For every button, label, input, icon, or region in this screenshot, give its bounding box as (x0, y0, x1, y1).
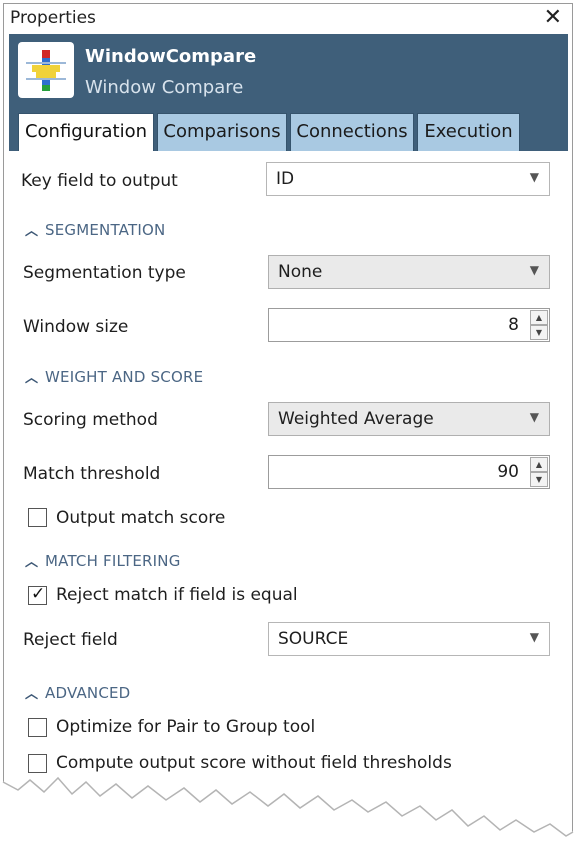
properties-panel: Properties ✕ WindowCompare Window Compar… (3, 3, 573, 858)
decrement-icon[interactable]: ▼ (530, 472, 548, 487)
window-compare-icon (18, 42, 74, 98)
segmentation-header-text: SEGMENTATION (45, 221, 166, 239)
key-field-dropdown[interactable]: ID ▼ (266, 162, 550, 196)
weight-header-text: WEIGHT AND SCORE (45, 368, 204, 386)
scoring-method-dropdown[interactable]: Weighted Average ▼ (268, 402, 550, 436)
title-bar: Properties ✕ (4, 4, 572, 34)
checkmark-icon: ✓ (31, 584, 46, 604)
match-threshold-value: 90 (497, 462, 519, 482)
optimize-pair-group-label: Optimize for Pair to Group tool (56, 717, 316, 737)
window-size-value: 8 (508, 315, 519, 335)
chevron-up-icon: ︿ (25, 555, 39, 570)
key-field-value: ID (276, 169, 295, 189)
reject-field-dropdown[interactable]: SOURCE ▼ (268, 622, 550, 656)
scoring-method-label: Scoring method (23, 410, 158, 430)
chevron-up-icon: ︿ (25, 224, 39, 239)
optimize-pair-group-checkbox[interactable] (28, 718, 47, 737)
advanced-header-text: ADVANCED (45, 684, 131, 702)
decrement-icon[interactable]: ▼ (530, 325, 548, 340)
filtering-header-text: MATCH FILTERING (45, 552, 181, 570)
filtering-section-header[interactable]: ︿ MATCH FILTERING (25, 551, 181, 570)
window-size-stepper[interactable]: 8 ▲ ▼ (268, 308, 550, 342)
torn-edge (0, 776, 586, 858)
chevron-up-icon: ︿ (25, 371, 39, 386)
match-threshold-label: Match threshold (23, 464, 161, 484)
reject-field-label: Reject field (23, 630, 118, 650)
tab-connections[interactable]: Connections (290, 113, 414, 151)
chevron-down-icon: ▼ (529, 263, 539, 277)
increment-icon[interactable]: ▲ (530, 457, 548, 472)
tab-configuration[interactable]: Configuration (18, 113, 154, 151)
tab-execution[interactable]: Execution (417, 113, 520, 151)
advanced-section-header[interactable]: ︿ ADVANCED (25, 683, 130, 702)
tool-name: WindowCompare (85, 46, 257, 67)
scoring-method-value: Weighted Average (278, 409, 434, 429)
key-field-label: Key field to output (21, 171, 178, 191)
segmentation-type-value: None (278, 262, 323, 282)
chevron-down-icon: ▼ (529, 630, 539, 644)
weight-section-header[interactable]: ︿ WEIGHT AND SCORE (25, 367, 203, 386)
match-threshold-stepper[interactable]: 90 ▲ ▼ (268, 455, 550, 489)
configuration-content: Key field to output ID ▼ ︿ SEGMENTATION S… (9, 151, 568, 858)
window-size-label: Window size (23, 317, 129, 337)
output-match-score-checkbox[interactable] (28, 508, 47, 527)
increment-icon[interactable]: ▲ (530, 310, 548, 325)
tool-header: WindowCompare Window Compare Configurati… (9, 34, 568, 151)
segmentation-type-dropdown[interactable]: None ▼ (268, 255, 550, 289)
chevron-down-icon: ▼ (529, 170, 539, 184)
reject-equal-label: Reject match if field is equal (56, 585, 298, 605)
segmentation-section-header[interactable]: ︿ SEGMENTATION (25, 220, 165, 239)
reject-field-value: SOURCE (278, 629, 349, 649)
chevron-down-icon: ▼ (529, 410, 539, 424)
close-icon[interactable]: ✕ (544, 5, 562, 30)
reject-equal-checkbox[interactable]: ✓ (28, 584, 47, 605)
tab-comparisons[interactable]: Comparisons (157, 113, 287, 151)
tool-subtitle: Window Compare (85, 77, 244, 98)
output-match-score-label: Output match score (56, 508, 226, 528)
segmentation-type-label: Segmentation type (23, 263, 186, 283)
chevron-up-icon: ︿ (25, 687, 39, 702)
panel-title: Properties (10, 8, 96, 28)
